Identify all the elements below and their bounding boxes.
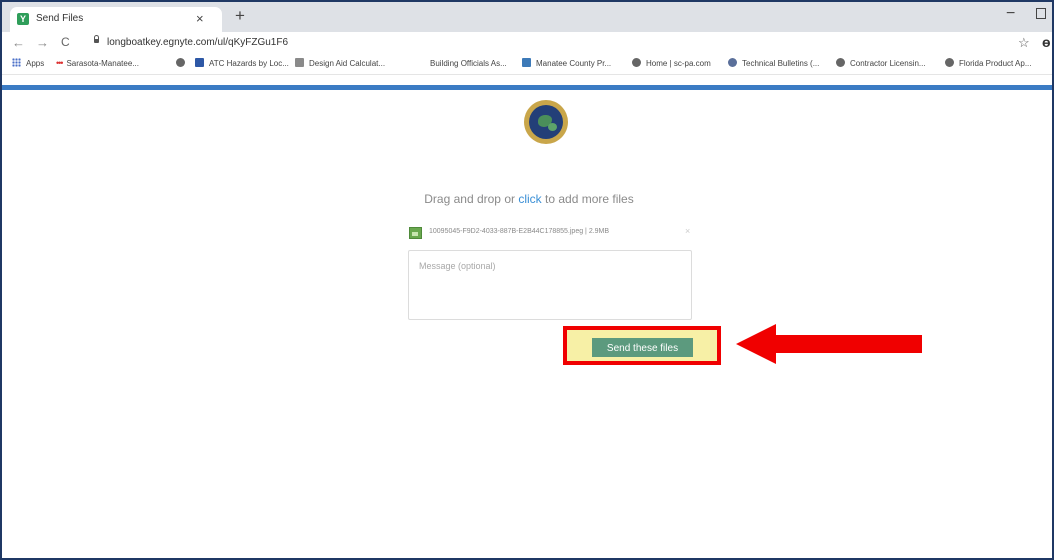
minimize-icon[interactable]: − (1006, 5, 1015, 23)
bookmark-atc-hazards[interactable]: ATC Hazards by Loc... (195, 58, 289, 68)
header-accent-bar (2, 85, 1052, 90)
forward-icon[interactable]: → (36, 35, 49, 50)
bulletin-icon (728, 58, 737, 67)
tab-send-files[interactable]: Y Send Files × (10, 7, 222, 32)
bookmarks-bar: Apps ••• Sarasota-Manatee... ATC Hazards … (2, 54, 1052, 75)
maximize-icon[interactable] (1036, 8, 1046, 19)
bookmark-florida-product[interactable]: Florida Product Ap... (945, 58, 1031, 68)
back-icon[interactable]: ← (12, 35, 25, 50)
globe-icon (632, 58, 641, 67)
bookmark-sarasota[interactable]: ••• Sarasota-Manatee... (56, 58, 139, 68)
tab-strip: Y Send Files × + − (2, 2, 1052, 32)
dropzone-text-end: to add more files (541, 192, 634, 206)
file-list-item: 10095045-F9D2-4033-887B-E2B44C178855.jpe… (409, 226, 694, 240)
bookmark-apps[interactable]: Apps (12, 58, 44, 68)
bookmark-manatee-county[interactable]: Manatee County Pr... (522, 58, 611, 68)
reload-icon[interactable]: C (61, 35, 70, 49)
lock-icon[interactable] (94, 35, 99, 43)
click-to-add-link[interactable]: click (518, 192, 541, 206)
bookmark-technical-bulletins[interactable]: Technical Bulletins (... (728, 58, 819, 68)
message-field[interactable] (408, 250, 692, 320)
town-seal-logo (524, 100, 568, 144)
dots-icon: ••• (56, 58, 64, 68)
globe-icon (836, 58, 845, 67)
bookmark-contractor-licensing[interactable]: Contractor Licensin... (836, 58, 926, 68)
dropzone-text: Drag and drop or (424, 192, 519, 206)
address-bar[interactable]: longboatkey.egnyte.com/ul/qKyFZGu1F6 (107, 37, 288, 48)
close-tab-icon[interactable]: × (196, 11, 204, 26)
bookmark-building-officials[interactable]: Building Officials As... (416, 58, 507, 68)
profile-icon[interactable]: ɵ (1042, 34, 1051, 50)
image-file-icon (409, 227, 422, 239)
dropzone[interactable]: Drag and drop or click to add more files (2, 192, 1052, 206)
address-toolbar: ← → C longboatkey.egnyte.com/ul/qKyFZGu1… (2, 32, 1052, 54)
annotation-arrow-icon (736, 324, 922, 364)
new-tab-button[interactable]: + (235, 7, 245, 25)
boa-icon (416, 58, 425, 67)
star-bookmark-icon[interactable]: ☆ (1018, 35, 1030, 51)
ibc-icon (295, 58, 304, 67)
bookmark-sc-pa[interactable]: Home | sc-pa.com (632, 58, 711, 68)
bookmark-globe[interactable] (176, 58, 190, 68)
file-name: 10095045-F9D2-4033-887B-E2B44C178855.jpe… (429, 228, 610, 235)
tab-title: Send Files (36, 13, 84, 24)
apps-icon (12, 58, 21, 67)
globe-icon (176, 58, 185, 67)
send-files-button[interactable]: Send these files (592, 338, 693, 357)
globe-icon (945, 58, 954, 67)
remove-file-icon[interactable]: × (685, 226, 690, 236)
atc-icon (195, 58, 204, 67)
browser-window: Y Send Files × + − ← → C longboatkey.egn… (0, 0, 1054, 560)
manatee-icon (522, 58, 531, 67)
bookmark-design-aid[interactable]: Design Aid Calculat... (295, 58, 385, 68)
egnyte-favicon-icon: Y (17, 13, 29, 25)
